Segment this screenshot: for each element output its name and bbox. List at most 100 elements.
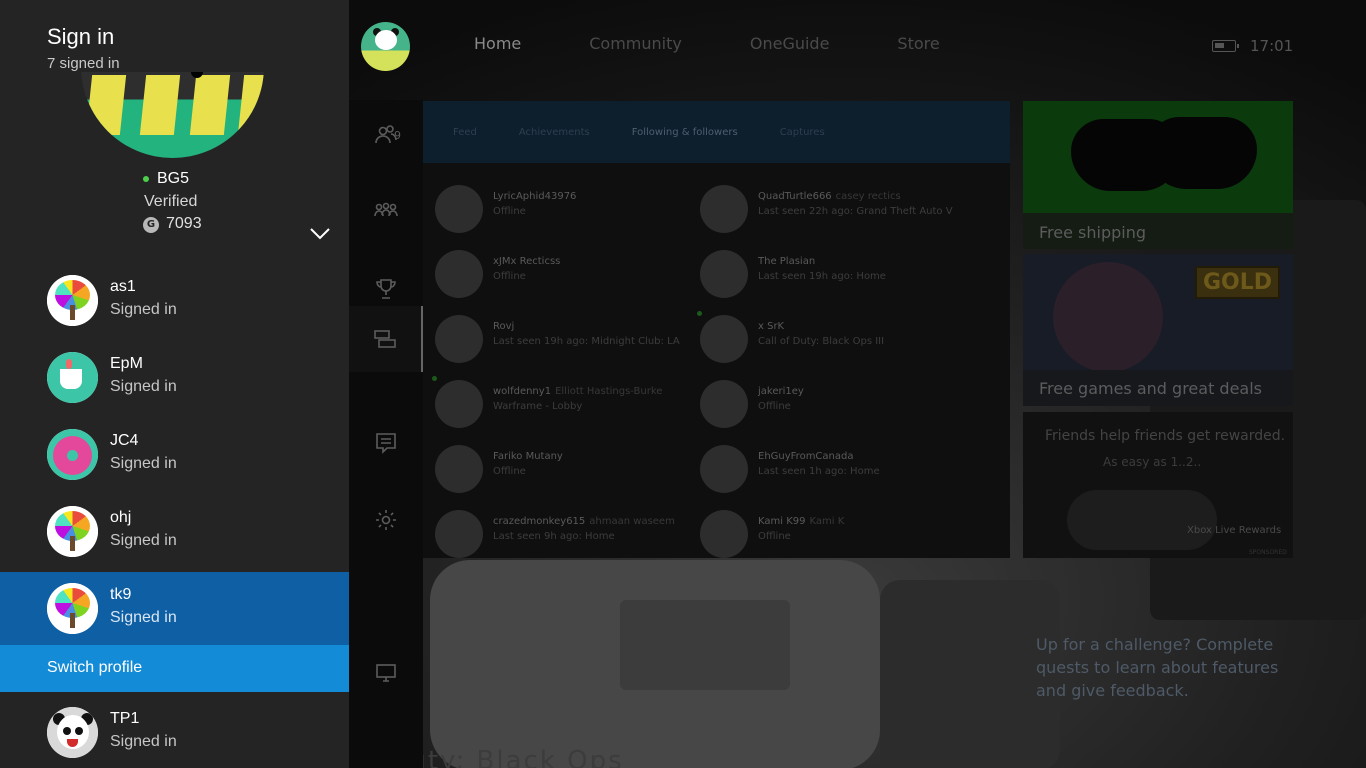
chevron-down-icon[interactable] [309, 226, 331, 240]
friend-gamertag: The Plasian [758, 256, 816, 267]
friends-count: 9 [394, 129, 401, 142]
friend-item[interactable]: crazedmonkey615 ahmaan waseem Last seen 9… [435, 506, 695, 558]
friend-avatar [435, 445, 483, 493]
profile-avatar [47, 429, 98, 480]
sponsored-label: SPONSORED [1249, 549, 1287, 556]
rail-messages-feed[interactable] [349, 306, 423, 372]
friend-item[interactable]: LyricAphid43976 Offline [435, 181, 695, 233]
friend-item[interactable]: EhGuyFromCanada Last seen 1h ago: Home [700, 441, 960, 493]
party-icon [374, 202, 398, 217]
friend-gamertag: Rovj [493, 321, 515, 332]
rail-friends[interactable]: 9 [349, 110, 423, 160]
monitor-icon [376, 664, 396, 682]
profile-avatar [47, 352, 98, 403]
friend-status: Warframe - Lobby [493, 401, 583, 412]
panda-face [375, 30, 397, 50]
avatar-stripe [139, 75, 181, 135]
rail-settings[interactable] [349, 495, 423, 545]
profile-name: EpM [110, 355, 143, 372]
friend-status: Offline [758, 531, 791, 542]
presence-online-icon [143, 176, 149, 182]
friend-real-name: casey rectics [835, 191, 901, 202]
profile-item-ohj[interactable]: ohj Signed in [0, 495, 349, 568]
avatar-stripe [237, 75, 264, 135]
friend-item[interactable]: Kami K99 Kami K Offline [700, 506, 960, 558]
character-art [1053, 262, 1163, 372]
profile-item-tp1[interactable]: TP1 Signed in [0, 696, 349, 768]
profile-name: as1 [110, 278, 136, 295]
ad-free-shipping[interactable]: Free shipping [1023, 101, 1293, 249]
friend-gamertag: crazedmonkey615 ahmaan waseem [493, 516, 675, 527]
friend-gamertag: jakeri1ey [758, 386, 804, 397]
avatar-stripe [85, 75, 127, 135]
profile-status: Signed in [110, 455, 177, 472]
profile-avatar-button[interactable] [361, 22, 410, 71]
profile-status: Signed in [110, 378, 177, 395]
friend-item[interactable]: Fariko Mutany Offline [435, 441, 695, 493]
trophy-icon [376, 279, 396, 299]
friend-item[interactable]: jakeri1ey Offline [700, 376, 960, 428]
friend-item[interactable]: x SrK Call of Duty: Black Ops III [697, 311, 960, 363]
friend-gamertag: Kami K99 Kami K [758, 516, 845, 527]
friend-real-name: ahmaan waseem [589, 516, 675, 527]
gold-badge: GOLD [1195, 266, 1281, 299]
tab-feed[interactable]: Feed [453, 127, 477, 138]
rail-party[interactable] [349, 186, 423, 236]
switch-profile-button[interactable]: Switch profile [0, 645, 349, 692]
friend-status: Last seen 9h ago: Home [493, 531, 615, 542]
friend-avatar [435, 315, 483, 363]
tab-captures[interactable]: Captures [780, 127, 825, 138]
tab-following-followers[interactable]: Following & followers [632, 127, 738, 138]
friend-avatar [700, 445, 748, 493]
friend-status: Last seen 22h ago: Grand Theft Auto V [758, 206, 953, 217]
challenge-tile-text[interactable]: Up for a challenge? Complete quests to l… [1036, 633, 1296, 702]
friend-item[interactable]: QuadTurtle666 casey rectics Last seen 22h… [700, 181, 960, 233]
friend-gamertag: x SrK [758, 321, 785, 332]
friend-status: Last seen 1h ago: Home [758, 466, 880, 477]
rail-messages[interactable] [349, 418, 423, 468]
profile-item-tk9[interactable]: tk9 Signed in [0, 572, 349, 645]
top-navigation: Home Community OneGuide Store [440, 34, 974, 53]
friend-item[interactable]: The Plasian Last seen 19h ago: Home [700, 246, 960, 298]
profile-item-as1[interactable]: as1 Signed in [0, 264, 349, 337]
current-profile-avatar [81, 72, 264, 158]
friend-avatar [700, 250, 748, 298]
friend-item[interactable]: xJMx Recticss Offline [435, 246, 695, 298]
profile-status: Signed in [110, 532, 177, 549]
ad-label: Free shipping [1039, 223, 1147, 242]
panel-title: Sign in [47, 24, 115, 49]
tab-store[interactable]: Store [863, 34, 973, 53]
friend-item[interactable]: Rovj Last seen 19h ago: Midnight Club: L… [435, 311, 695, 363]
profile-item-epm[interactable]: EpM Signed in [0, 341, 349, 414]
friend-real-name: Elliott Hastings-Burke [555, 386, 663, 397]
friend-avatar [700, 185, 748, 233]
tab-community[interactable]: Community [555, 34, 716, 53]
ad-gold[interactable]: GOLD Free games and great deals [1023, 254, 1293, 406]
friend-item[interactable]: wolfdenny1 Elliott Hastings-Burke Warfram… [432, 376, 695, 428]
friend-avatar [700, 380, 748, 428]
controller-image [1067, 490, 1217, 550]
tab-achievements[interactable]: Achievements [519, 127, 590, 138]
friend-avatar [435, 250, 483, 298]
tab-oneguide[interactable]: OneGuide [716, 34, 864, 53]
background-soldier-arm [880, 580, 1060, 768]
profile-avatar [47, 707, 98, 758]
profile-name: tk9 [110, 586, 132, 603]
friends-panel: Feed Achievements Following & followers … [423, 101, 1010, 558]
rewards-headline: Friends help friends get rewarded. [1045, 428, 1286, 444]
gear-icon [376, 510, 396, 530]
rewards-subline: As easy as 1..2.. [1103, 455, 1202, 469]
profile-item-jc4[interactable]: JC4 Signed in [0, 418, 349, 491]
friend-status: Last seen 19h ago: Midnight Club: LA [493, 336, 680, 347]
ad-rewards[interactable]: Friends help friends get rewarded. As ea… [1023, 412, 1293, 558]
conversation-icon [374, 330, 396, 348]
profile-status: Signed in [110, 733, 177, 750]
guide-rail: 9 [349, 100, 423, 768]
friend-avatar [435, 510, 483, 558]
rail-snap[interactable] [349, 647, 423, 697]
friend-status: Offline [493, 271, 526, 282]
profile-avatar [47, 275, 98, 326]
online-indicator [432, 376, 437, 381]
tab-home[interactable]: Home [440, 34, 555, 53]
profile-avatar [47, 506, 98, 557]
